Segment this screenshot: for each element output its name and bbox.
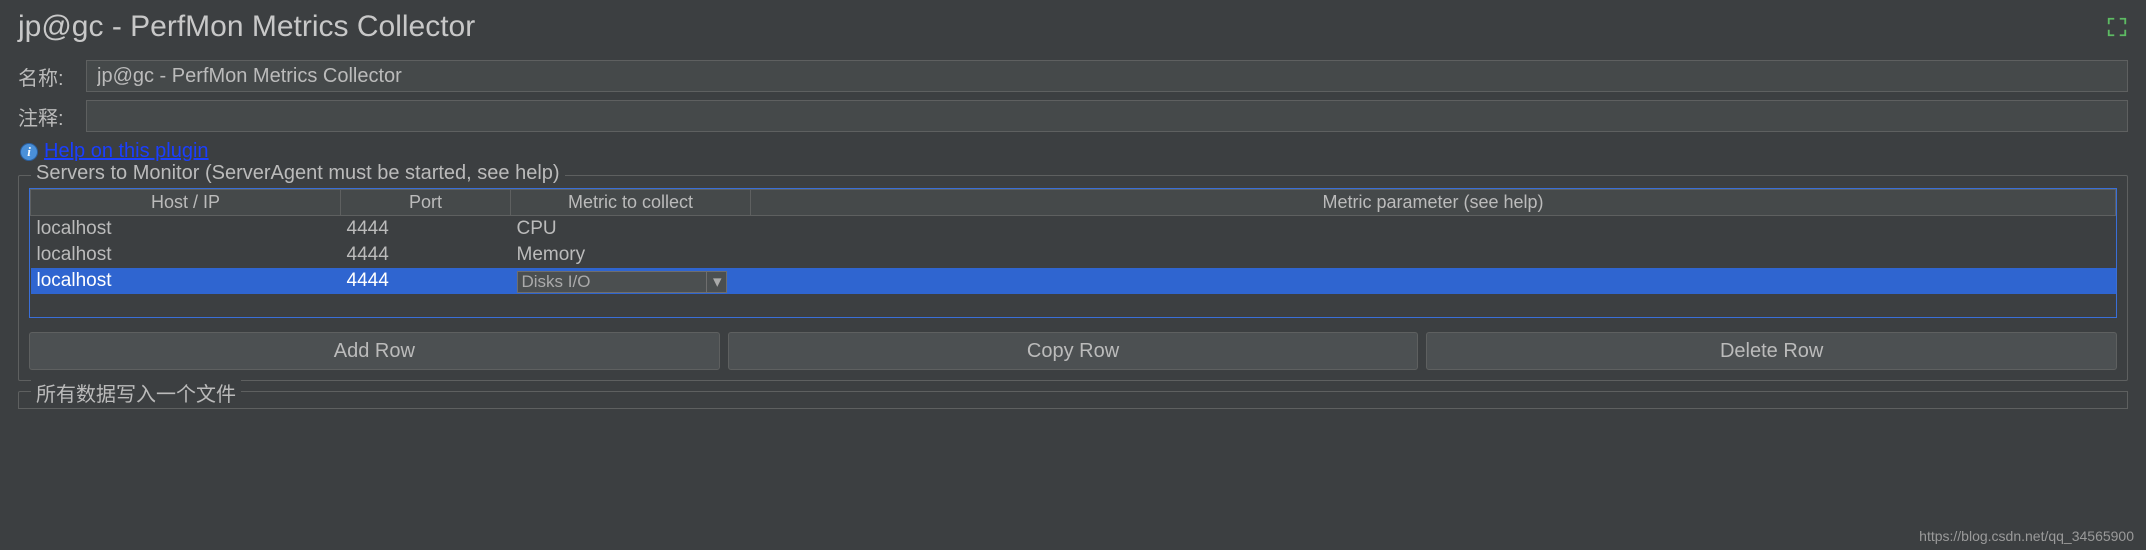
metric-dropdown-label: Disks I/O [522,272,591,292]
cell-host[interactable]: localhost [31,268,341,294]
file-fieldset: 所有数据写入一个文件 [18,391,2128,409]
watermark: https://blog.csdn.net/qq_34565900 [1919,528,2134,544]
comment-input[interactable] [86,100,2128,132]
cell-port[interactable]: 4444 [341,216,511,242]
page-title: jp@gc - PerfMon Metrics Collector [18,10,475,44]
expand-icon[interactable] [2106,16,2128,38]
comment-label: 注释: [18,102,86,131]
button-row: Add Row Copy Row Delete Row [29,332,2117,370]
cell-metric[interactable]: Disks I/O ▾ [511,268,751,294]
copy-row-button[interactable]: Copy Row [728,332,1419,370]
cell-metric[interactable]: Memory [511,242,751,268]
cell-port[interactable]: 4444 [341,268,511,294]
title-bar: jp@gc - PerfMon Metrics Collector [0,0,2146,58]
cell-port[interactable]: 4444 [341,242,511,268]
cell-param[interactable] [751,242,2116,268]
help-link[interactable]: Help on this plugin [44,140,209,163]
metric-dropdown[interactable]: Disks I/O ▾ [517,271,727,293]
table-row[interactable]: localhost4444CPU [31,216,2116,242]
chevron-down-icon: ▾ [706,272,722,292]
name-input[interactable] [86,60,2128,92]
info-icon: i [20,143,38,161]
servers-table: Host / IP Port Metric to collect Metric … [30,189,2116,294]
file-legend: 所有数据写入一个文件 [31,378,241,407]
add-row-button[interactable]: Add Row [29,332,720,370]
servers-legend: Servers to Monitor (ServerAgent must be … [31,162,565,185]
servers-table-wrap: Host / IP Port Metric to collect Metric … [29,188,2117,318]
cell-host[interactable]: localhost [31,242,341,268]
col-param-header[interactable]: Metric parameter (see help) [751,190,2116,216]
col-metric-header[interactable]: Metric to collect [511,190,751,216]
name-label: 名称: [18,62,86,91]
col-port-header[interactable]: Port [341,190,511,216]
col-host-header[interactable]: Host / IP [31,190,341,216]
cell-metric[interactable]: CPU [511,216,751,242]
cell-param[interactable] [751,216,2116,242]
cell-param[interactable] [751,268,2116,294]
table-row[interactable]: localhost4444 Disks I/O ▾ [31,268,2116,294]
servers-fieldset: Servers to Monitor (ServerAgent must be … [18,175,2128,381]
delete-row-button[interactable]: Delete Row [1426,332,2117,370]
name-row: 名称: [0,58,2146,94]
table-row[interactable]: localhost4444Memory [31,242,2116,268]
table-header-row: Host / IP Port Metric to collect Metric … [31,190,2116,216]
cell-host[interactable]: localhost [31,216,341,242]
comment-row: 注释: [0,98,2146,134]
